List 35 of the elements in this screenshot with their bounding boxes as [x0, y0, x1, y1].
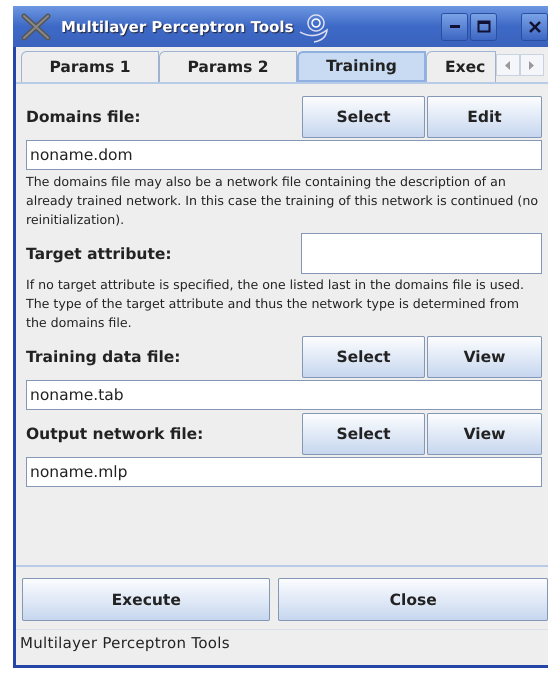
window-title: Multilayer Perceptron Tools	[61, 18, 294, 36]
input-field[interactable]: noname.tab	[26, 380, 542, 410]
minimize-button[interactable]	[441, 12, 468, 40]
close-icon	[528, 20, 542, 34]
file-button[interactable]: View	[427, 412, 542, 454]
field-label: Domains file:	[26, 108, 141, 126]
description-text: The domains file may also be a network file containing the description of an already trained network. In this case the training of this network is continued (no reinitialization).	[26, 173, 540, 229]
status-bar: Multilayer Perceptron Tools	[16, 629, 548, 665]
action-button[interactable]: Close	[278, 578, 548, 621]
maximize-button[interactable]	[470, 12, 497, 40]
maximize-icon	[476, 20, 490, 33]
field-label: Target attribute:	[26, 244, 172, 262]
close-button[interactable]	[521, 12, 548, 40]
tab[interactable]: Params 1	[21, 51, 159, 82]
file-button[interactable]: Select	[302, 412, 425, 454]
tab[interactable]: Exec	[426, 51, 496, 82]
tab[interactable]: Params 2	[159, 51, 297, 82]
field-label: Output network file:	[26, 424, 204, 442]
right-arrow-icon	[529, 60, 535, 70]
file-button[interactable]: Select	[302, 336, 425, 378]
minimize-icon	[450, 25, 460, 28]
field-label: Training data file:	[26, 348, 180, 366]
scroll-left-button[interactable]	[496, 54, 520, 76]
input-field[interactable]	[301, 233, 542, 274]
file-button[interactable]: View	[427, 336, 542, 378]
action-button[interactable]: Execute	[22, 578, 270, 621]
scroll-right-button[interactable]	[520, 54, 544, 76]
input-field[interactable]: noname.dom	[26, 140, 542, 170]
file-button[interactable]: Edit	[427, 96, 542, 138]
file-button[interactable]: Select	[302, 96, 425, 138]
tab[interactable]: Training	[297, 51, 426, 82]
x-logo-icon	[21, 12, 51, 40]
input-field[interactable]: noname.mlp	[26, 457, 542, 487]
description-text: If no target attribute is specified, the one listed last in the domains file is used. The type of the target attribute and thus the network type is determined from the domains file.	[26, 276, 526, 332]
left-arrow-icon	[505, 60, 511, 70]
